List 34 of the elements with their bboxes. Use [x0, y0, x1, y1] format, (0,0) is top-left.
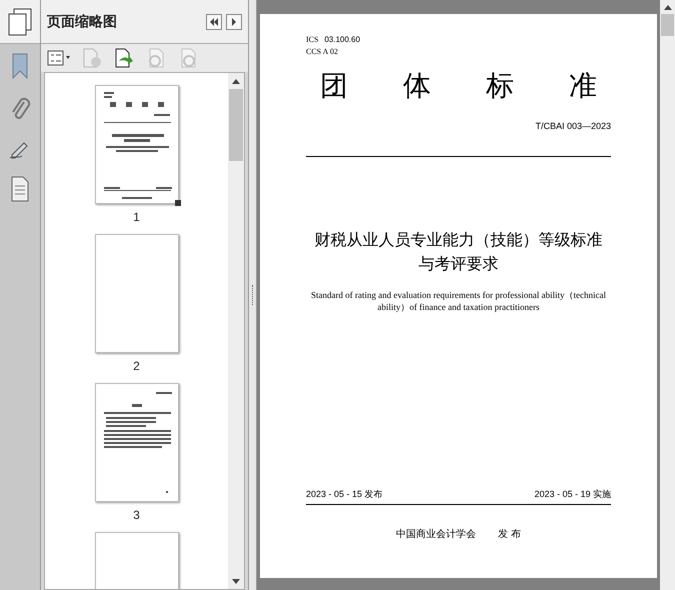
effective-date: 2023 - 05 - 19 实施 [534, 488, 611, 500]
double-left-icon [209, 18, 219, 26]
expand-button[interactable] [226, 14, 242, 30]
heading-character: 团 [320, 70, 348, 102]
document-title: 财税从业人员专业能力（技能）等级标准 [314, 230, 602, 250]
document-icon[interactable] [10, 176, 30, 202]
heading-character: 准 [569, 70, 597, 102]
ics-code: 03.100.60 [324, 34, 360, 46]
scroll-thumb[interactable] [661, 14, 674, 36]
ccs-code: CCS A 02 [306, 46, 340, 58]
issue-date: 2023 - 05 - 15 发布 [306, 488, 383, 500]
insert-page-icon[interactable] [113, 48, 135, 68]
page-number: 3 [133, 508, 140, 522]
panel-title: 页面缩略图 [47, 12, 118, 31]
standard-number: T/CBAI 003—2023 [535, 120, 611, 133]
up-arrow-icon[interactable] [664, 4, 672, 10]
down-arrow-icon[interactable] [232, 578, 240, 584]
heading-character: 标 [486, 70, 514, 102]
ics-label: ICS [306, 34, 318, 46]
pages-icon[interactable] [7, 8, 33, 36]
collapse-button[interactable] [206, 14, 222, 30]
page-number: 1 [133, 210, 140, 224]
options-icon[interactable] [47, 50, 71, 66]
page-number: 2 [133, 359, 140, 373]
document-title: 与考评要求 [418, 254, 498, 274]
up-arrow-icon[interactable] [232, 78, 240, 84]
heading-character: 体 [403, 70, 431, 102]
publisher: 中国商业会计学会 [396, 528, 476, 542]
view-marker[interactable] [174, 200, 180, 206]
scroll-thumb[interactable] [229, 89, 243, 161]
right-arrow-icon [231, 18, 237, 26]
english-title: Standard of rating and evaluation requirements for professional ability（technical ability）of finance and taxation practitioners [310, 288, 607, 312]
publish-label: 发 布 [498, 528, 521, 542]
page-thumbnail[interactable] [94, 234, 178, 353]
